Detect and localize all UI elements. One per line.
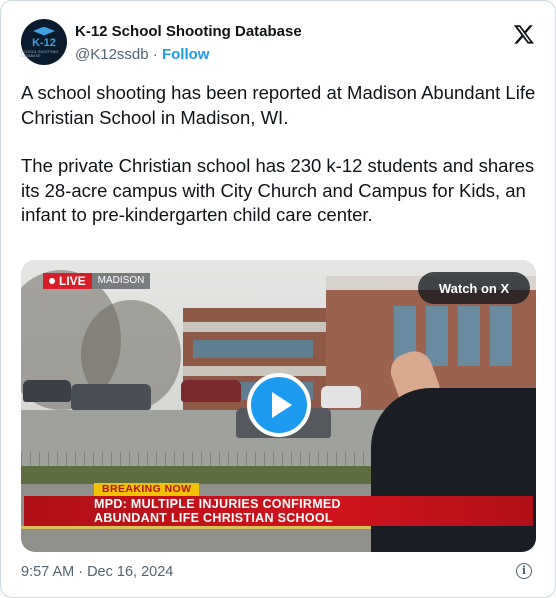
avatar-logo-subtext: SCHOOL SHOOTING DATABASE: [21, 49, 59, 58]
headline-line-1: MPD: MULTIPLE INJURIES CONFIRMED: [94, 497, 341, 511]
live-badge: LIVE MADISON: [43, 273, 151, 289]
tweet-text: A school shooting has been reported at M…: [21, 81, 541, 228]
reporter: [371, 388, 536, 552]
tweet-paragraph-1: A school shooting has been reported at M…: [21, 82, 536, 128]
separator: ·: [148, 46, 162, 63]
play-button[interactable]: [247, 373, 311, 437]
timestamp[interactable]: 9:57 AM · Dec 16, 2024: [21, 564, 173, 580]
live-label: LIVE: [59, 274, 86, 288]
handle[interactable]: @K12ssdb: [75, 46, 149, 63]
breaking-now-label: BREAKING NOW: [94, 483, 200, 496]
x-logo-icon[interactable]: [513, 23, 535, 45]
location-label: MADISON: [91, 273, 151, 289]
headline-line-2: ABUNDANT LIFE CHRISTIAN SCHOOL: [94, 510, 333, 525]
tweet-paragraph-2: The private Christian school has 230 k-1…: [21, 155, 535, 225]
play-icon: [271, 392, 292, 418]
graduation-cap-icon: [33, 26, 55, 36]
follow-button[interactable]: Follow: [162, 46, 210, 63]
handle-row: @K12ssdb · Follow: [75, 46, 209, 63]
avatar[interactable]: K-12 SCHOOL SHOOTING DATABASE: [21, 19, 67, 65]
display-name[interactable]: K-12 School Shooting Database: [75, 23, 302, 40]
watch-on-x-button[interactable]: Watch on X: [418, 272, 530, 304]
info-icon[interactable]: i: [516, 563, 532, 579]
news-headline-banner: MPD: MULTIPLE INJURIES CONFIRMED ABUNDAN…: [24, 496, 533, 526]
video-player[interactable]: LIVE MADISON Watch on X BREAKING NOW MPD…: [21, 260, 536, 552]
avatar-logo-text: K-12: [32, 36, 56, 49]
tweet-card: K-12 SCHOOL SHOOTING DATABASE K-12 Schoo…: [0, 0, 556, 598]
live-dot-icon: [49, 278, 55, 284]
